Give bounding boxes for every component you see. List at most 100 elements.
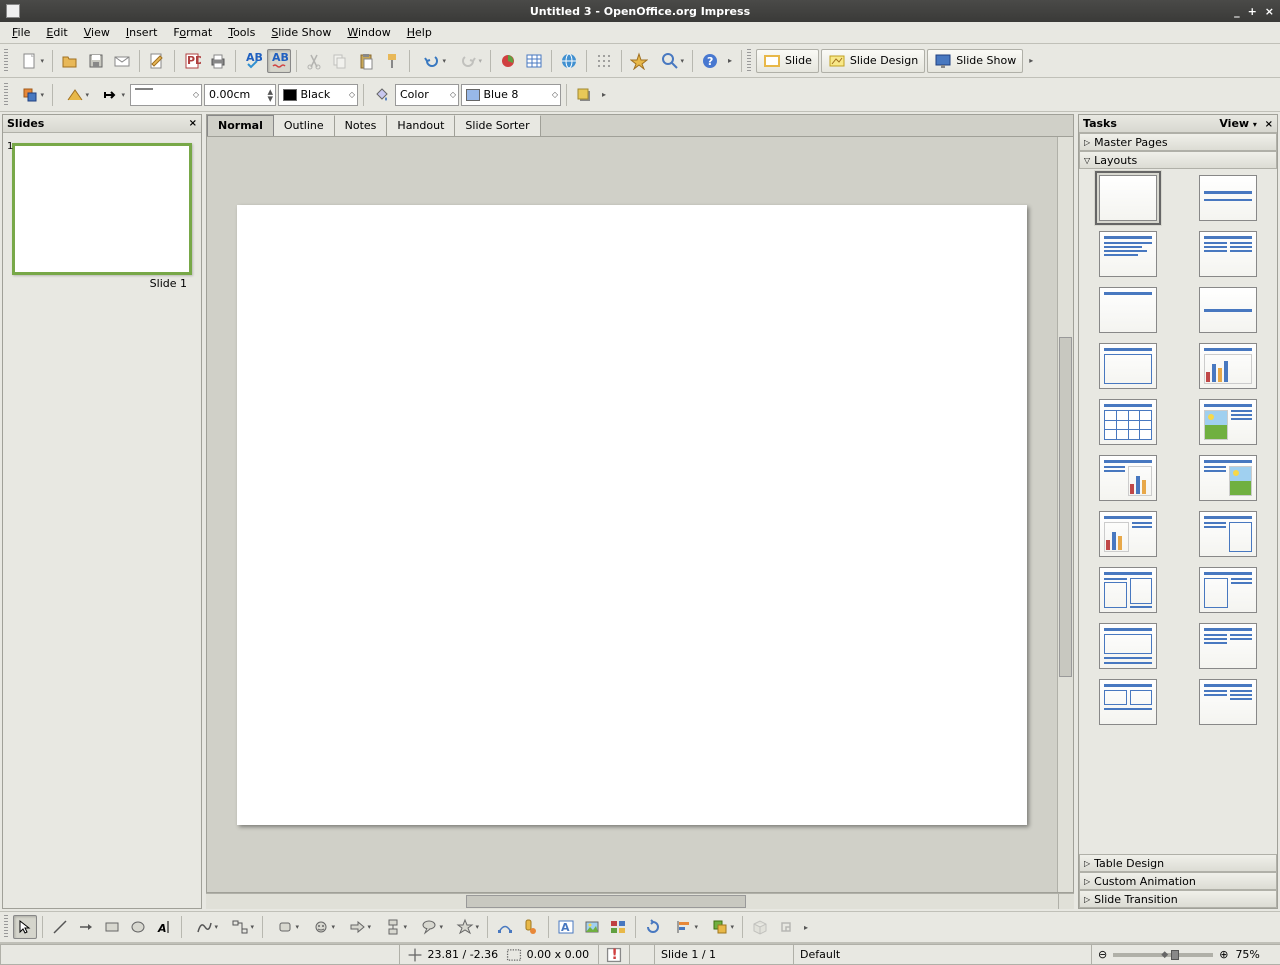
new-doc-button[interactable] (13, 49, 47, 73)
layout-six-content[interactable] (1199, 679, 1257, 725)
layout-title-clipart-text[interactable] (1199, 399, 1257, 445)
extrusion-tool[interactable] (748, 915, 772, 939)
arrow-style-button[interactable] (94, 83, 128, 107)
tab-handout[interactable]: Handout (387, 115, 455, 136)
layout-title-only[interactable] (1099, 287, 1157, 333)
layout-title-text-chart[interactable] (1099, 455, 1157, 501)
section-master-pages[interactable]: ▷Master Pages (1079, 133, 1277, 151)
layout-text-over-object[interactable] (1099, 679, 1157, 725)
edit-file-button[interactable] (145, 49, 169, 73)
toolbar-overflow[interactable]: ▸ (724, 49, 736, 73)
status-slide-number[interactable]: Slide 1 / 1 (654, 944, 794, 965)
vertical-scrollbar[interactable] (1057, 137, 1073, 892)
layout-title-text-clipart[interactable] (1199, 455, 1257, 501)
rotate-tool[interactable] (641, 915, 665, 939)
fontwork-tool[interactable]: A (554, 915, 578, 939)
slide-canvas[interactable] (237, 205, 1027, 825)
layout-title-object[interactable] (1099, 343, 1157, 389)
arrange-button[interactable] (13, 83, 47, 107)
zoom-slider[interactable]: ◆ (1113, 953, 1213, 957)
slide-thumbnail[interactable]: 1 Slide 1 (9, 143, 195, 290)
horizontal-scrollbar[interactable] (206, 894, 1058, 909)
line-style-button[interactable] (58, 83, 92, 107)
toolbar-grip[interactable] (4, 49, 8, 73)
from-file-tool[interactable] (580, 915, 604, 939)
slide-canvas-viewport[interactable] (207, 137, 1057, 892)
minimize-button[interactable]: _ (1234, 5, 1240, 18)
print-button[interactable] (206, 49, 230, 73)
gallery-tool[interactable] (606, 915, 630, 939)
text-tool[interactable]: A (152, 915, 176, 939)
section-slide-transition[interactable]: ▷Slide Transition (1079, 890, 1277, 908)
arrow-tool[interactable] (74, 915, 98, 939)
slides-list[interactable]: 1 Slide 1 (3, 133, 201, 908)
toolbar-grip[interactable] (4, 915, 8, 939)
maximize-button[interactable]: + (1248, 5, 1257, 18)
menu-insert[interactable]: Insert (120, 24, 164, 41)
grid-button[interactable] (592, 49, 616, 73)
points-tool[interactable] (493, 915, 517, 939)
layout-object-over-text[interactable] (1099, 623, 1157, 669)
status-template[interactable]: Default (793, 944, 1092, 965)
layout-two-content[interactable] (1199, 231, 1257, 277)
connector-tool[interactable] (223, 915, 257, 939)
curve-tool[interactable] (187, 915, 221, 939)
hyperlink-button[interactable] (557, 49, 581, 73)
layout-blank[interactable] (1099, 175, 1157, 221)
menu-help[interactable]: Help (401, 24, 438, 41)
navigator-button[interactable] (627, 49, 651, 73)
callouts-tool[interactable] (412, 915, 446, 939)
gluepoints-tool[interactable] (519, 915, 543, 939)
open-button[interactable] (58, 49, 82, 73)
basic-shapes-tool[interactable] (268, 915, 302, 939)
toolbar-overflow[interactable]: ▸ (598, 83, 610, 107)
arrange-tool[interactable] (703, 915, 737, 939)
layout-title-chart-text[interactable] (1099, 511, 1157, 557)
layout-two-text-rows[interactable] (1199, 623, 1257, 669)
redo-button[interactable] (451, 49, 485, 73)
menu-edit[interactable]: Edit (40, 24, 73, 41)
tab-notes[interactable]: Notes (335, 115, 388, 136)
menu-slideshow[interactable]: Slide Show (265, 24, 337, 41)
tasks-view-menu[interactable]: View (1219, 117, 1249, 130)
menu-format[interactable]: Format (167, 24, 218, 41)
line-tool[interactable] (48, 915, 72, 939)
copy-button[interactable] (328, 49, 352, 73)
tab-normal[interactable]: Normal (207, 115, 274, 137)
menu-view[interactable]: View (78, 24, 116, 41)
tasks-panel-close[interactable]: × (1265, 119, 1273, 130)
paste-button[interactable] (354, 49, 378, 73)
layout-title-chart[interactable] (1199, 343, 1257, 389)
ellipse-tool[interactable] (126, 915, 150, 939)
block-arrows-tool[interactable] (340, 915, 374, 939)
status-zoom[interactable]: ⊖ ◆ ⊕ 75% (1091, 944, 1280, 965)
layout-title[interactable] (1199, 175, 1257, 221)
layout-four-objects[interactable] (1099, 567, 1157, 613)
toolbar-grip[interactable] (4, 83, 8, 107)
flowchart-tool[interactable] (376, 915, 410, 939)
tab-slide-sorter[interactable]: Slide Sorter (455, 115, 540, 136)
toolbar-overflow[interactable]: ▸ (1025, 49, 1037, 73)
format-paintbrush-button[interactable] (380, 49, 404, 73)
close-button[interactable]: × (1265, 5, 1274, 18)
zoom-button[interactable] (653, 49, 687, 73)
menu-tools[interactable]: Tools (222, 24, 261, 41)
interaction-tool[interactable] (774, 915, 798, 939)
layout-title-table[interactable] (1099, 399, 1157, 445)
layout-title-content[interactable] (1099, 231, 1157, 277)
fill-color-combo[interactable]: Blue 8◇ (461, 84, 561, 106)
undo-button[interactable] (415, 49, 449, 73)
section-custom-animation[interactable]: ▷Custom Animation (1079, 872, 1277, 890)
slide-show-button[interactable]: Slide Show (927, 49, 1023, 73)
toolbar-overflow[interactable]: ▸ (800, 915, 812, 939)
fill-mode-combo[interactable]: Color◇ (395, 84, 459, 106)
help-button[interactable]: ? (698, 49, 722, 73)
fill-bucket-button[interactable] (369, 83, 393, 107)
cut-button[interactable] (302, 49, 326, 73)
spellcheck-button[interactable]: ABC (241, 49, 265, 73)
slides-panel-close[interactable]: × (189, 118, 197, 129)
layout-object-text[interactable] (1199, 567, 1257, 613)
insert-slide-button[interactable]: Slide (756, 49, 819, 73)
table-button[interactable] (522, 49, 546, 73)
tab-outline[interactable]: Outline (274, 115, 335, 136)
